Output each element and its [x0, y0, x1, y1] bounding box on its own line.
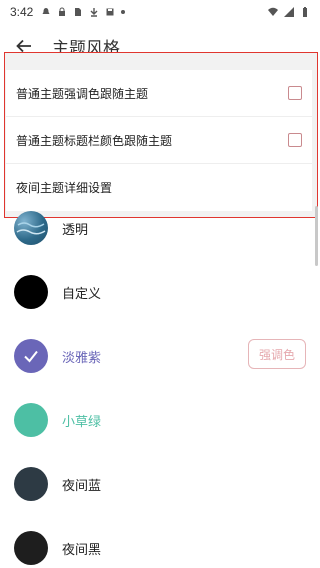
sim-card-icon	[75, 8, 82, 16]
setting-titlebar-follow-theme[interactable]: 普通主题标题栏颜色跟随主题	[6, 117, 312, 164]
system-icons	[268, 7, 310, 17]
setting-label: 普通主题标题栏颜色跟随主题	[16, 133, 173, 148]
setting-accent-follow-theme[interactable]: 普通主题强调色跟随主题	[6, 70, 312, 117]
night-blue-theme-swatch	[14, 467, 48, 501]
theme-item-grass-green[interactable]: 小草绿	[0, 388, 320, 452]
check-icon	[24, 350, 38, 363]
theme-name: 透明	[62, 222, 89, 238]
theme-list: 透明 自定义 淡雅紫 强调色 小草绿 夜间蓝 夜间黑	[0, 196, 320, 568]
theme-item-transparent[interactable]: 透明	[0, 196, 320, 260]
setting-label: 普通主题强调色跟随主题	[16, 86, 149, 101]
notification-bell-icon	[42, 8, 50, 14]
notification-icons	[41, 7, 126, 17]
custom-theme-swatch	[14, 275, 48, 309]
signal-icon	[284, 7, 294, 17]
more-notifications-icon	[121, 10, 126, 14]
scrollbar[interactable]	[315, 206, 318, 266]
transparent-theme-swatch	[14, 211, 48, 245]
theme-name: 自定义	[62, 286, 102, 302]
theme-name: 夜间蓝	[62, 478, 102, 494]
lock-icon	[59, 7, 66, 16]
theme-name: 淡雅紫	[62, 350, 102, 366]
theme-name: 小草绿	[62, 414, 102, 430]
setting-label: 夜间主题详细设置	[16, 181, 113, 195]
theme-name: 夜间黑	[62, 542, 102, 558]
theme-item-light-purple[interactable]: 淡雅紫 强调色	[0, 324, 320, 388]
battery-icon	[303, 7, 307, 17]
theme-item-night-blue[interactable]: 夜间蓝	[0, 452, 320, 516]
accent-color-button[interactable]: 强调色	[248, 339, 306, 369]
titlebar-follow-theme-checkbox[interactable]	[288, 133, 302, 147]
water-texture-icon	[16, 222, 46, 235]
status-bar: 3:42	[0, 0, 320, 24]
accent-follow-theme-checkbox[interactable]	[288, 86, 302, 100]
status-time: 3:42	[10, 5, 34, 19]
theme-item-night-black[interactable]: 夜间黑	[0, 516, 320, 568]
grass-green-theme-swatch	[14, 403, 48, 437]
wifi-icon	[268, 7, 278, 16]
light-purple-theme-swatch	[14, 339, 48, 373]
download-icon	[90, 8, 98, 17]
settings-list: 普通主题强调色跟随主题 普通主题标题栏颜色跟随主题 夜间主题详细设置	[6, 70, 312, 211]
night-black-theme-swatch	[14, 531, 48, 565]
save-icon	[106, 8, 114, 16]
theme-item-custom[interactable]: 自定义	[0, 260, 320, 324]
